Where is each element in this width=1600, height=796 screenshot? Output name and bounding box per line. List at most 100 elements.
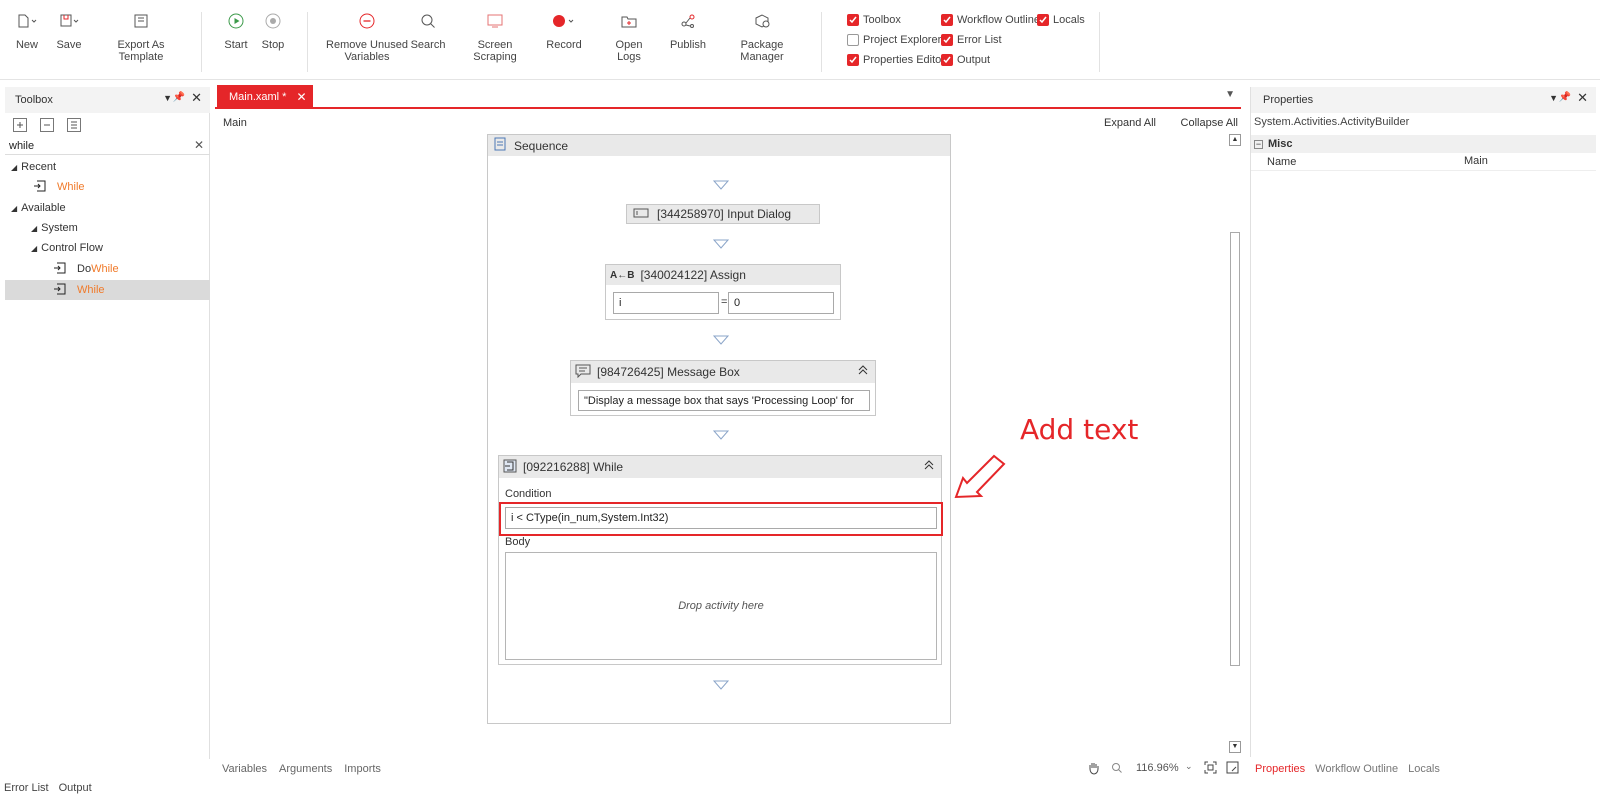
error-list-tab[interactable]: Error List (4, 782, 49, 794)
breadcrumb[interactable]: Main (223, 117, 247, 129)
tree-node-system[interactable]: ◢ System (31, 218, 78, 238)
publish-button[interactable]: Publish (667, 8, 709, 68)
tab-overflow-icon[interactable]: ▼ (1225, 89, 1235, 100)
while-activity[interactable]: [092216288] While Condition i < CType(in… (498, 455, 943, 665)
error-list-checkbox[interactable]: Error List (941, 33, 1002, 47)
scroll-up-icon[interactable]: ▲ (1229, 134, 1241, 146)
workflow-outline-checkbox[interactable]: Workflow Outline (941, 13, 1040, 27)
zoom-search-icon[interactable] (1111, 762, 1123, 777)
new-button[interactable]: New (12, 8, 42, 68)
play-icon (228, 8, 244, 34)
open-logs-label: Open Logs (615, 39, 643, 63)
assign-activity[interactable]: A←B [340024122] Assign i = 0 (605, 264, 841, 320)
drop-arrow-icon[interactable] (712, 180, 730, 193)
clear-search-icon[interactable]: ✕ (194, 138, 204, 152)
locals-checkbox[interactable]: Locals (1037, 13, 1085, 27)
tree-item-while: While (53, 280, 105, 300)
collapse-all-icon[interactable] (40, 118, 54, 132)
close-tab-icon[interactable]: ✕ (296, 90, 306, 104)
tab-properties[interactable]: Properties (1255, 763, 1305, 775)
drop-arrow-icon[interactable] (712, 430, 730, 443)
assign-to-field[interactable]: i (613, 292, 719, 314)
vertical-scrollbar[interactable]: ▲ ▼ (1229, 134, 1241, 757)
assign-value-field[interactable]: 0 (728, 292, 834, 314)
condition-label: Condition (505, 488, 552, 500)
remove-unused-label: Remove Unused Variables (326, 39, 408, 63)
input-dialog-activity[interactable]: [344258970] Input Dialog (626, 204, 820, 224)
tree-item-recent-while[interactable]: While (33, 177, 85, 197)
imports-tab[interactable]: Imports (344, 763, 381, 775)
stop-button[interactable]: Stop (258, 8, 288, 68)
fit-to-screen-icon[interactable] (1204, 761, 1217, 777)
message-box-activity[interactable]: [984726425] Message Box "Display a messa… (570, 360, 876, 416)
hand-pan-icon[interactable] (1087, 761, 1101, 778)
zoom-dropdown-icon[interactable]: ⌄ (1185, 761, 1193, 772)
expand-all-icon[interactable] (13, 118, 27, 132)
tab-label: Main.xaml * (229, 91, 287, 103)
collapse-all-link[interactable]: Collapse All (1181, 117, 1238, 129)
scrollbar-thumb[interactable] (1230, 232, 1240, 666)
save-icon (57, 8, 81, 34)
variables-tab[interactable]: Variables (222, 763, 267, 775)
tree-node-control-flow[interactable]: ◢ Control Flow (31, 238, 103, 258)
tree-node-available[interactable]: ◢ Available (11, 198, 66, 218)
right-pane-tabs: Properties Workflow Outline Locals (1250, 758, 1595, 780)
arguments-tab[interactable]: Arguments (279, 763, 332, 775)
remove-unused-variables-button[interactable]: Remove Unused Variables (325, 8, 409, 68)
while-condition-field[interactable]: i < CType(in_num,System.Int32) (505, 507, 937, 529)
expanded-triangle-icon: ◢ (31, 243, 38, 253)
tab-workflow-outline[interactable]: Workflow Outline (1315, 763, 1398, 775)
record-button[interactable]: Record (546, 8, 582, 68)
ribbon-separator (307, 12, 308, 72)
project-explorer-checkbox[interactable]: Project Explorer (847, 33, 941, 47)
toolbox-search-input[interactable]: while ✕ (5, 137, 210, 155)
collapse-box-icon[interactable]: − (1254, 139, 1263, 149)
drop-arrow-icon[interactable] (712, 239, 730, 252)
close-icon[interactable]: ✕ (191, 90, 202, 106)
document-tab-strip: Main.xaml * ✕ ▼ (215, 84, 1241, 109)
screen-scraping-button[interactable]: Screen Scraping (458, 8, 532, 68)
package-manager-label: Package Manager (740, 39, 784, 63)
close-icon[interactable]: ✕ (1577, 90, 1588, 106)
assign-icon: A←B (610, 269, 635, 281)
sequence-activity[interactable]: Sequence [344258970] Input Dialog A←B [3… (487, 134, 951, 724)
output-checkbox[interactable]: Output (941, 53, 990, 67)
property-name-value[interactable]: Main (1464, 155, 1488, 167)
pin-icon[interactable]: 📌 (173, 92, 185, 103)
properties-editor-checkbox[interactable]: Properties Editor (847, 53, 945, 67)
message-box-text-field[interactable]: "Display a message box that says 'Proces… (578, 390, 870, 411)
tab-locals[interactable]: Locals (1408, 763, 1440, 775)
dropdown-arrow-icon[interactable]: ▼ (1549, 93, 1558, 103)
tree-item-while-selected[interactable]: While (5, 280, 210, 300)
scroll-down-icon[interactable]: ▼ (1229, 741, 1241, 753)
output-tab[interactable]: Output (59, 782, 92, 794)
collapse-chevron-icon[interactable] (857, 364, 869, 379)
dropdown-arrow-icon[interactable]: ▼ (163, 93, 172, 103)
overview-icon[interactable] (1226, 761, 1239, 777)
save-button[interactable]: Save (54, 8, 84, 68)
pin-icon[interactable]: 📌 (1559, 92, 1571, 103)
tab-main-xaml[interactable]: Main.xaml * ✕ (217, 85, 313, 109)
collapse-chevron-icon[interactable] (923, 459, 935, 474)
toolbox-checkbox[interactable]: Toolbox (847, 13, 901, 27)
package-manager-button[interactable]: Package Manager (719, 8, 805, 68)
search-button[interactable]: Search (411, 8, 445, 68)
export-template-button[interactable]: Export As Template (96, 8, 186, 68)
start-button[interactable]: Start (221, 8, 251, 68)
tree-item-do-while[interactable]: Do While (53, 259, 119, 279)
bottom-panel-tabs: Error List Output (0, 780, 1600, 796)
open-logs-button[interactable]: Open Logs (604, 8, 654, 68)
tree-label-do: Do (77, 263, 92, 275)
expand-all-link[interactable]: Expand All (1104, 117, 1156, 129)
workflow-outline-checkbox-label: Workflow Outline (957, 14, 1040, 26)
tree-node-recent[interactable]: ◢ Recent (11, 157, 56, 177)
list-view-icon[interactable] (67, 118, 81, 132)
body-drop-zone[interactable]: Drop activity here (505, 552, 937, 660)
drop-arrow-icon[interactable] (712, 335, 730, 348)
property-row-name[interactable]: Name Main (1251, 153, 1596, 171)
drop-arrow-icon[interactable] (712, 680, 730, 693)
zoom-level[interactable]: 116.96% (1136, 762, 1179, 774)
property-category-misc[interactable]: − Misc (1251, 135, 1596, 153)
ribbon-separator (821, 12, 822, 72)
properties-title: Properties (1263, 94, 1314, 106)
